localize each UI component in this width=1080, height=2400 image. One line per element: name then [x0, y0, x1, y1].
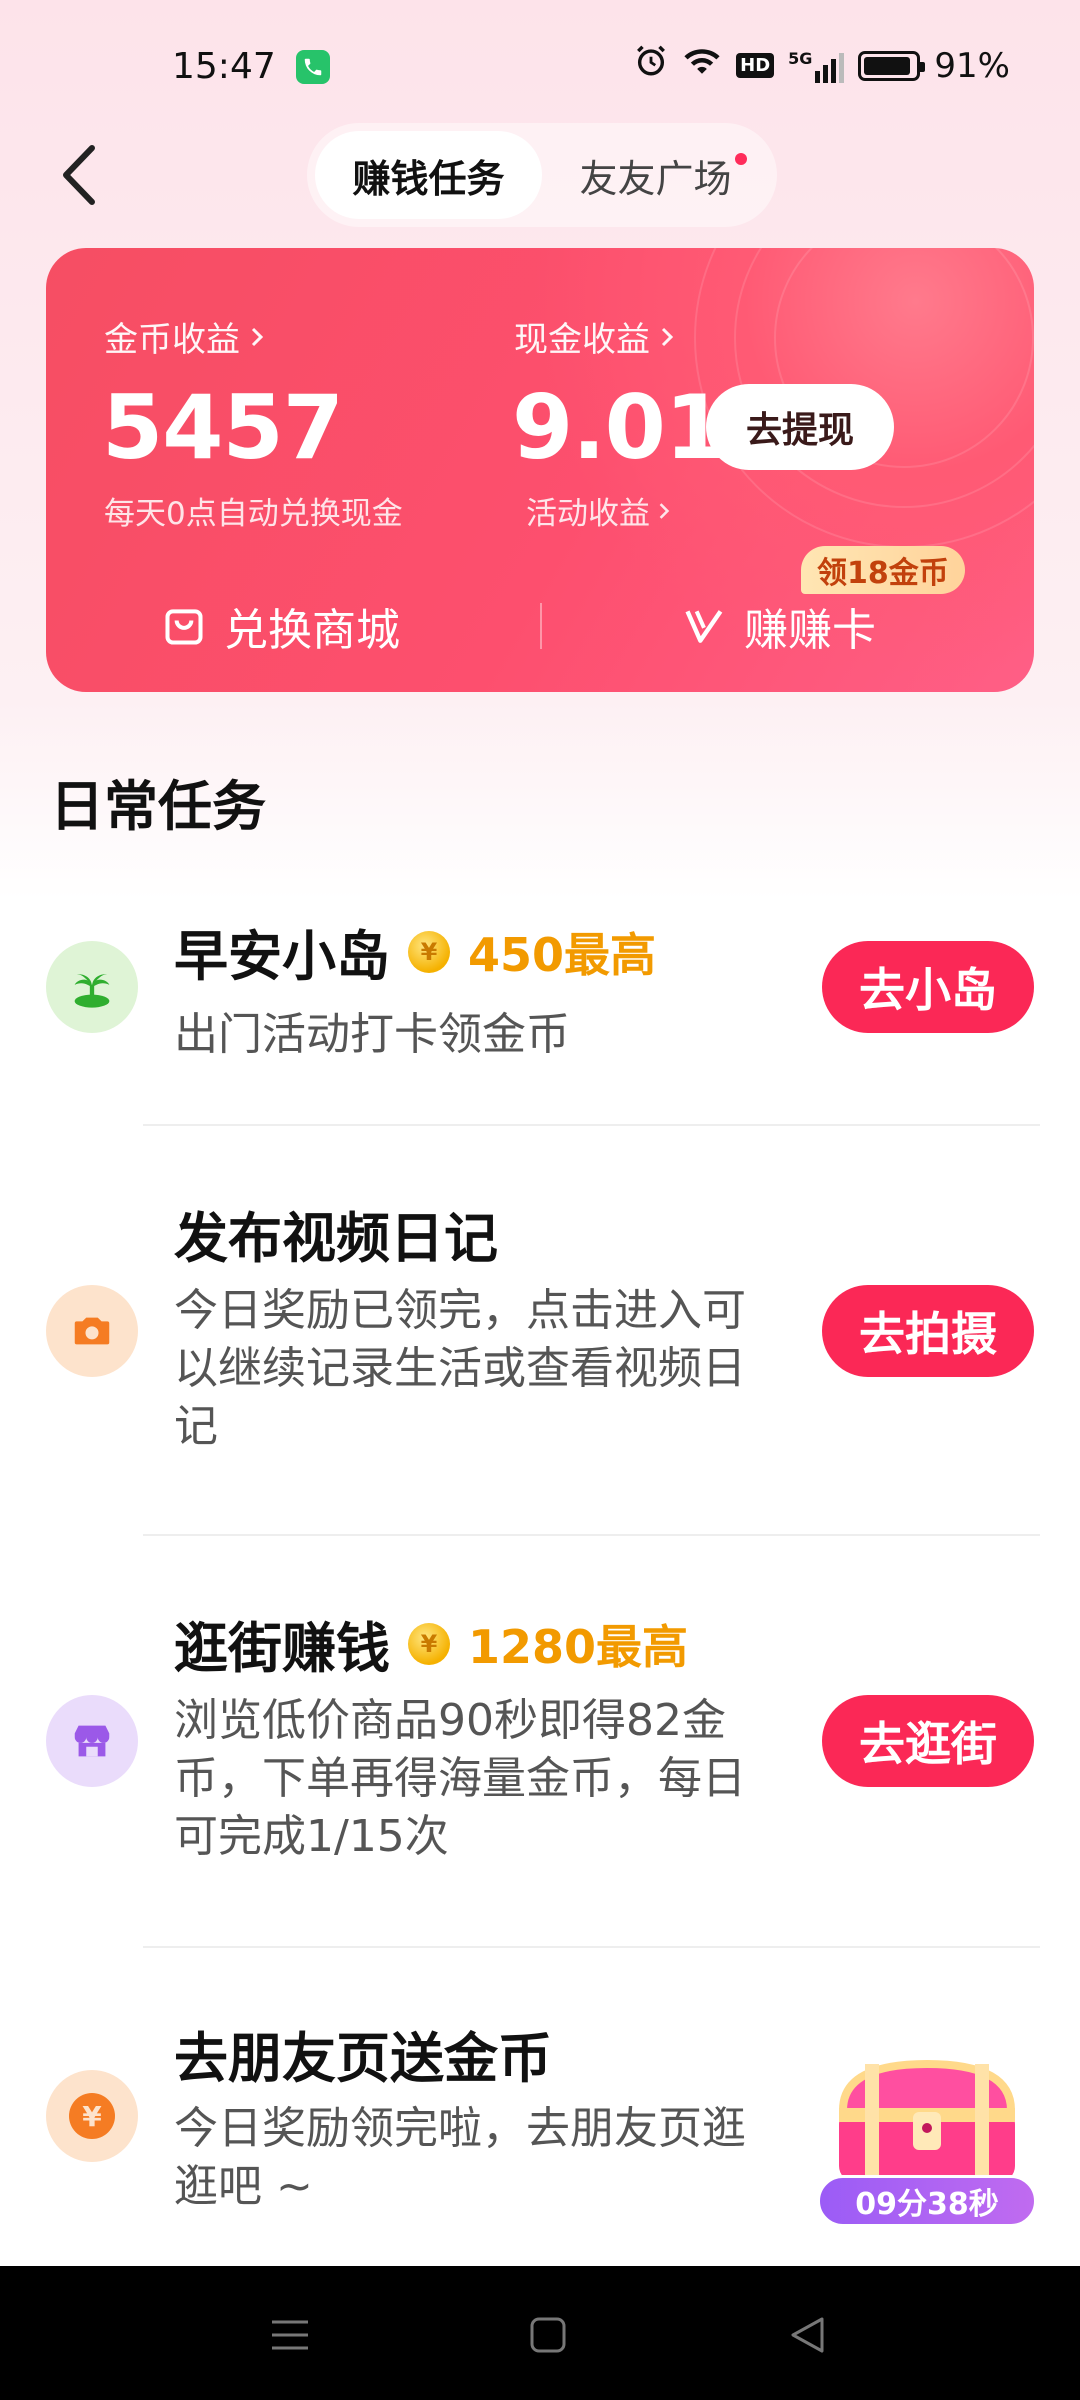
island-icon — [46, 941, 138, 1033]
divider — [540, 603, 542, 649]
task-title: 发布视频日记 — [174, 1207, 498, 1270]
chevron-right-icon — [661, 327, 674, 346]
cash-income-value: 9.01 — [512, 376, 726, 479]
divider — [143, 1124, 1040, 1126]
tab-label: 友友广场 — [579, 156, 732, 201]
shop-icon — [46, 1695, 138, 1787]
treasure-chest-icon — [839, 2059, 1015, 2182]
tab-switch: 赚钱任务 友友广场 — [307, 123, 777, 227]
status-icons: HD 5G 91% — [634, 44, 1010, 87]
battery-level — [864, 56, 910, 75]
coin-income-label: 金币收益 — [104, 320, 240, 360]
task-title-row: 早安小岛 ¥ 450最高 — [174, 912, 656, 991]
home-button[interactable] — [513, 2300, 583, 2370]
cash-income-label: 现金收益 — [514, 320, 650, 360]
network-type: 5G — [788, 48, 813, 68]
activity-income-label: 活动收益 — [526, 496, 650, 532]
back-nav-button[interactable] — [772, 2300, 842, 2370]
chevron-left-icon — [63, 145, 95, 205]
activity-income-link[interactable]: 活动收益 — [526, 488, 670, 533]
coin-income-link[interactable]: 金币收益 — [104, 312, 264, 361]
alarm-icon — [634, 44, 668, 87]
countdown-timer: 09分38秒 — [817, 2175, 1037, 2227]
earnings-card: 金币收益 5457 每天0点自动兑换现金 现金收益 9.01 去提现 活动收益 … — [46, 248, 1034, 692]
divider — [143, 1534, 1040, 1536]
menu-button[interactable] — [255, 2300, 325, 2370]
hd-icon: HD — [736, 53, 775, 78]
task-description: 浏览低价商品90秒即得82金币，下单再得海量金币，每日可完成1/15次 — [174, 1695, 746, 1862]
battery-icon — [858, 50, 926, 81]
notification-dot — [735, 153, 747, 165]
coin-icon: ¥ — [408, 930, 450, 973]
menu-icon — [272, 2320, 308, 2350]
status-time: 15:47 — [172, 46, 276, 87]
task-description: 今日奖励已领完，点击进入可以继续记录生活或查看视频日记 — [174, 1285, 746, 1452]
task-description: 今日奖励领完啦，去朋友页逛逛吧 ~ — [174, 2103, 746, 2212]
earn-card-label: 赚赚卡 — [744, 605, 876, 656]
go-shopping-button[interactable]: 去逛街 — [822, 1695, 1034, 1787]
phone-call-icon — [296, 50, 330, 84]
tab-earn-tasks[interactable]: 赚钱任务 — [315, 131, 542, 219]
home-square-icon — [530, 2317, 566, 2353]
section-title: 日常任务 — [50, 775, 266, 838]
exchange-mall-label: 兑换商城 — [224, 605, 400, 656]
task-title: 去朋友页送金币 — [174, 2027, 552, 2090]
go-shoot-button[interactable]: 去拍摄 — [822, 1285, 1034, 1377]
coin-income-value: 5457 — [102, 376, 344, 479]
tab-label: 赚钱任务 — [352, 156, 505, 201]
back-button[interactable] — [50, 140, 110, 210]
triangle-back-icon — [791, 2317, 824, 2353]
task-title-row: 去朋友页送金币 — [174, 2014, 552, 2093]
shopping-bag-icon — [165, 609, 203, 645]
task-title: 早安小岛 — [174, 925, 390, 988]
go-island-button[interactable]: 去小岛 — [822, 941, 1034, 1033]
withdraw-button[interactable]: 去提现 — [706, 384, 894, 470]
camera-icon — [46, 1285, 138, 1377]
battery-percent: 91% — [934, 45, 1010, 86]
divider — [143, 1946, 1040, 1948]
card-reward-badge: 领18金币 — [801, 546, 965, 594]
cash-income-link[interactable]: 现金收益 — [514, 312, 674, 361]
treasure-chest-widget[interactable]: 09分38秒 — [815, 2040, 1039, 2240]
wifi-icon — [682, 45, 722, 86]
task-title-row: 逛街赚钱 ¥ 1280最高 — [174, 1604, 688, 1683]
task-reward: 450最高 — [468, 927, 657, 982]
exchange-mall-button[interactable]: 兑换商城 — [162, 588, 400, 664]
chevron-right-icon — [251, 327, 264, 346]
chevron-right-icon — [659, 502, 670, 519]
v-card-icon — [685, 610, 723, 643]
signal-icon: 5G — [788, 48, 845, 83]
task-title: 逛街赚钱 — [174, 1617, 390, 1680]
task-reward: 1280最高 — [468, 1619, 689, 1674]
coin-income-note: 每天0点自动兑换现金 — [104, 496, 403, 532]
tab-friend-square[interactable]: 友友广场 — [542, 131, 769, 219]
task-title-row: 发布视频日记 — [174, 1194, 498, 1273]
coin-icon: ¥ — [408, 1622, 450, 1665]
task-description: 出门活动打卡领金币 — [174, 1009, 570, 1060]
status-bar: 15:47 HD 5G 91% — [0, 0, 1080, 130]
yuan-icon: ¥ — [46, 2070, 138, 2162]
earn-card-button[interactable]: 赚赚卡 — [682, 588, 876, 664]
system-nav-bar — [0, 2266, 1080, 2400]
